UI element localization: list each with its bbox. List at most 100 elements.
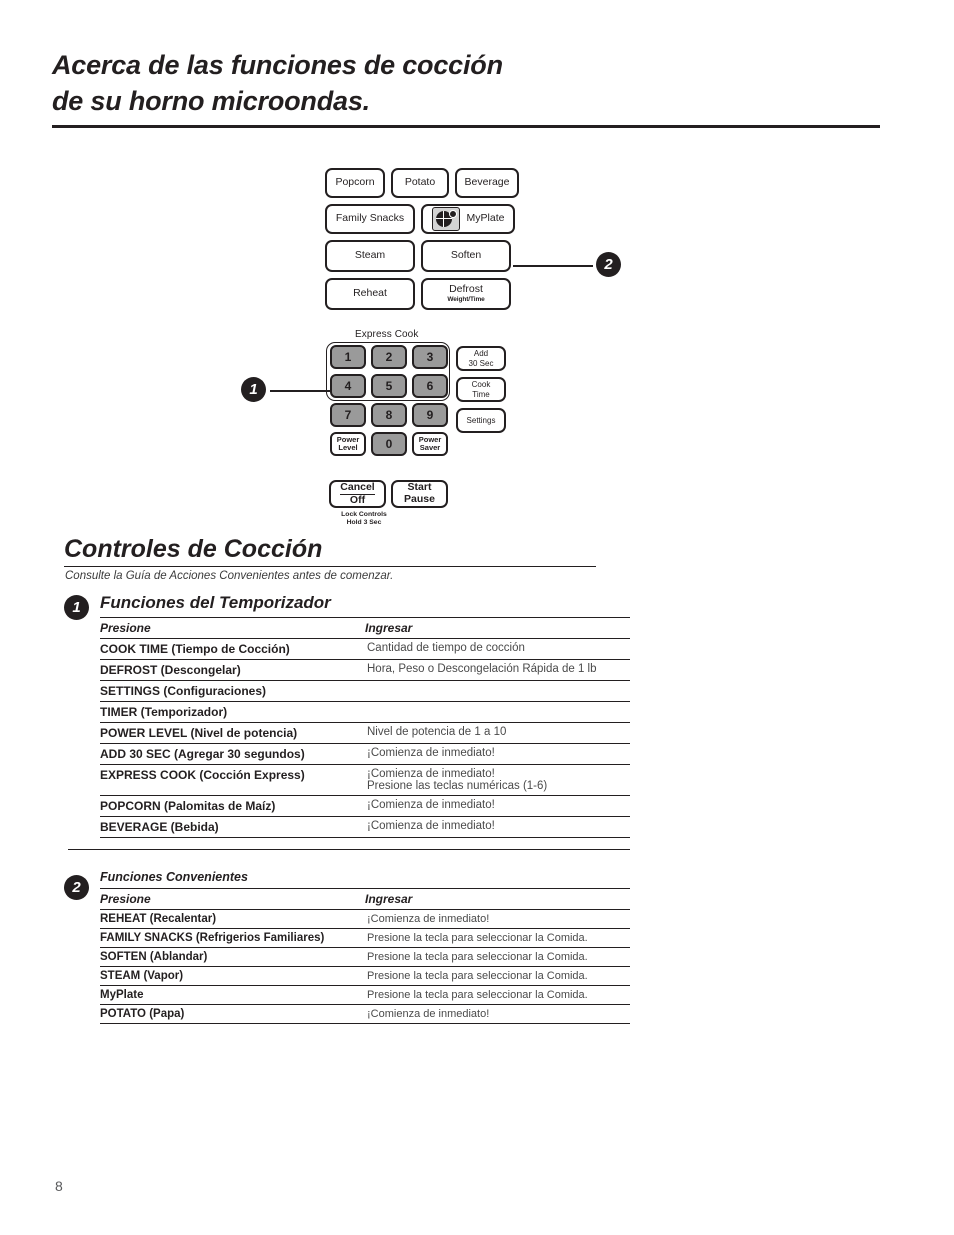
- row-enter-line-1: ¡Comienza de inmediato!: [367, 768, 495, 781]
- panel-button-start-pause[interactable]: Start Pause: [391, 480, 448, 508]
- key-4[interactable]: 4: [330, 374, 366, 398]
- panel-button-family-snacks[interactable]: Family Snacks: [325, 204, 415, 234]
- row-enter: ¡Comienza de inmediato! Presione las tec…: [365, 764, 630, 797]
- cancel-off-line-2: Off: [349, 493, 366, 506]
- lock-controls-note: Lock Controls Hold 3 Sec: [334, 511, 394, 528]
- key-3[interactable]: 3: [412, 345, 448, 369]
- row-press: SOFTEN (Ablandar): [100, 947, 365, 967]
- table-row: REHEAT (Recalentar) ¡Comienza de inmedia…: [100, 909, 630, 929]
- key-7[interactable]: 7: [330, 403, 366, 427]
- panel-button-cancel-off[interactable]: Cancel Off: [329, 480, 386, 508]
- section-subtitle: Consulte la Guía de Acciones Conveniente…: [65, 570, 394, 582]
- row-enter-line-1: Nivel de potencia de 1 a 10: [367, 726, 507, 739]
- panel-button-steam[interactable]: Steam: [325, 240, 415, 272]
- header-divider: [52, 125, 880, 129]
- keypad-row-1: 1 2 3: [330, 345, 450, 369]
- table-row: STEAM (Vapor) Presione la tecla para sel…: [100, 966, 630, 986]
- page-title-line-1: Acerca de las funciones de cocción: [52, 50, 503, 80]
- key-power-level[interactable]: Power Level: [330, 432, 366, 456]
- key-power-saver[interactable]: Power Saver: [412, 432, 448, 456]
- table-row: EXPRESS COOK (Cocción Express) ¡Comienza…: [100, 764, 630, 797]
- panel-button-beverage[interactable]: Beverage: [455, 168, 519, 198]
- panel-button-potato[interactable]: Potato: [391, 168, 449, 198]
- row-press: FAMILY SNACKS (Refrigerios Familiares): [100, 928, 365, 948]
- table-row: BEVERAGE (Bebida) ¡Comienza de inmediato…: [100, 816, 630, 839]
- cook-time-line-1: Cook: [471, 380, 491, 390]
- column-header-press: Presione: [100, 617, 365, 640]
- settings-line-1: Settings: [466, 415, 496, 425]
- keypad-row-3: 7 8 9: [330, 403, 450, 427]
- panel-button-add-30-sec[interactable]: Add 30 Sec: [456, 346, 506, 371]
- panel-button-defrost[interactable]: Defrost Weight/Time: [421, 278, 511, 310]
- row-enter: Cantidad de tiempo de cocción: [365, 638, 630, 661]
- row-enter-line-2: Presione las teclas numéricas (1-6): [367, 780, 548, 793]
- row-press: COOK TIME (Tiempo de Cocción): [100, 638, 365, 661]
- callout-marker-1: 1: [241, 377, 266, 402]
- panel-side-column: Add 30 Sec Cook Time Settings: [456, 346, 506, 433]
- start-pause-line-2: Pause: [404, 493, 435, 505]
- key-6[interactable]: 6: [412, 374, 448, 398]
- lock-controls-note-line-1: Lock Controls: [341, 511, 387, 518]
- panel-row-4: Reheat Defrost Weight/Time: [325, 278, 525, 310]
- key-power-saver-line-2: Saver: [419, 443, 441, 452]
- table-row: DEFROST (Descongelar) Hora, Peso o Desco…: [100, 659, 630, 682]
- row-enter-line-1: Hora, Peso o Descongelación Rápida de 1 …: [367, 663, 597, 676]
- panel-button-reheat[interactable]: Reheat: [325, 278, 415, 310]
- keypad-row-4: Power Level 0 Power Saver: [330, 432, 450, 456]
- table-row: POPCORN (Palomitas de Maíz) ¡Comienza de…: [100, 795, 630, 818]
- panel-button-myplate-label: MyPlate: [466, 212, 505, 225]
- row-enter: Hora, Peso o Descongelación Rápida de 1 …: [365, 659, 630, 682]
- block-2-title: Funciones Convenientes: [100, 870, 248, 884]
- row-enter: Presione la tecla para seleccionar la Co…: [365, 985, 630, 1005]
- row-press: BEVERAGE (Bebida): [100, 816, 365, 839]
- key-9[interactable]: 9: [412, 403, 448, 427]
- row-press: POPCORN (Palomitas de Maíz): [100, 795, 365, 818]
- timer-functions-table-body: COOK TIME (Tiempo de Cocción) Cantidad d…: [100, 638, 630, 839]
- key-2[interactable]: 2: [371, 345, 407, 369]
- row-enter-line-1: ¡Comienza de inmediato!: [367, 799, 495, 812]
- key-5[interactable]: 5: [371, 374, 407, 398]
- block-1-badge: 1: [64, 595, 89, 620]
- panel-button-popcorn[interactable]: Popcorn: [325, 168, 385, 198]
- key-8[interactable]: 8: [371, 403, 407, 427]
- convenience-functions-block: 2 Funciones Convenientes Presione Ingres…: [64, 870, 630, 1024]
- column-header-enter: Ingresar: [365, 888, 630, 910]
- row-press: SETTINGS (Configuraciones): [100, 680, 365, 703]
- panel-button-myplate[interactable]: MyPlate: [421, 204, 515, 234]
- panel-bottom-buttons: Cancel Off Start Pause: [329, 480, 448, 508]
- section-divider: [64, 565, 596, 567]
- table-row: POWER LEVEL (Nivel de potencia) Nivel de…: [100, 722, 630, 745]
- panel-row-1: Popcorn Potato Beverage: [325, 168, 525, 198]
- row-enter: Presione la tecla para seleccionar la Co…: [365, 928, 630, 948]
- table-row: SOFTEN (Ablandar) Presione la tecla para…: [100, 947, 630, 967]
- row-enter: Nivel de potencia de 1 a 10: [365, 722, 630, 745]
- row-enter: ¡Comienza de inmediato!: [365, 743, 630, 766]
- key-1[interactable]: 1: [330, 345, 366, 369]
- convenience-functions-table-body: REHEAT (Recalentar) ¡Comienza de inmedia…: [100, 909, 630, 1024]
- row-enter-line-1: ¡Comienza de inmediato!: [367, 820, 495, 833]
- panel-button-popcorn-label: Popcorn: [335, 176, 375, 189]
- section-header: Controles de Cocción: [64, 535, 598, 567]
- timer-functions-table: Presione Ingresar COOK TIME (Tiempo de C…: [100, 617, 630, 839]
- table-header-row: Presione Ingresar: [100, 617, 630, 640]
- panel-button-soften[interactable]: Soften: [421, 240, 511, 272]
- row-press: REHEAT (Recalentar): [100, 909, 365, 929]
- panel-row-2: Family Snacks MyPlate: [325, 204, 525, 234]
- panel-button-settings[interactable]: Settings: [456, 408, 506, 433]
- keypad-row-2: 4 5 6: [330, 374, 450, 398]
- key-0[interactable]: 0: [371, 432, 407, 456]
- callout-2-leader-line: [513, 265, 593, 267]
- panel-button-defrost-sublabel: Weight/Time: [447, 296, 485, 304]
- myplate-cup-shape: [448, 209, 457, 218]
- table-row: ADD 30 SEC (Agregar 30 segundos) ¡Comien…: [100, 743, 630, 766]
- panel-button-beverage-label: Beverage: [464, 176, 510, 189]
- row-enter-line-1: ¡Comienza de inmediato!: [367, 747, 495, 760]
- page-number: 8: [55, 1178, 63, 1194]
- timer-functions-block: 1 Funciones del Temporizador Presione In…: [64, 593, 630, 839]
- key-power-level-line-2: Level: [338, 443, 358, 452]
- panel-button-cook-time[interactable]: Cook Time: [456, 377, 506, 402]
- myplate-icon: [431, 207, 460, 231]
- express-cook-label: Express Cook: [355, 329, 419, 340]
- row-enter: ¡Comienza de inmediato!: [365, 816, 630, 839]
- row-enter-line-1: Cantidad de tiempo de cocción: [367, 642, 525, 655]
